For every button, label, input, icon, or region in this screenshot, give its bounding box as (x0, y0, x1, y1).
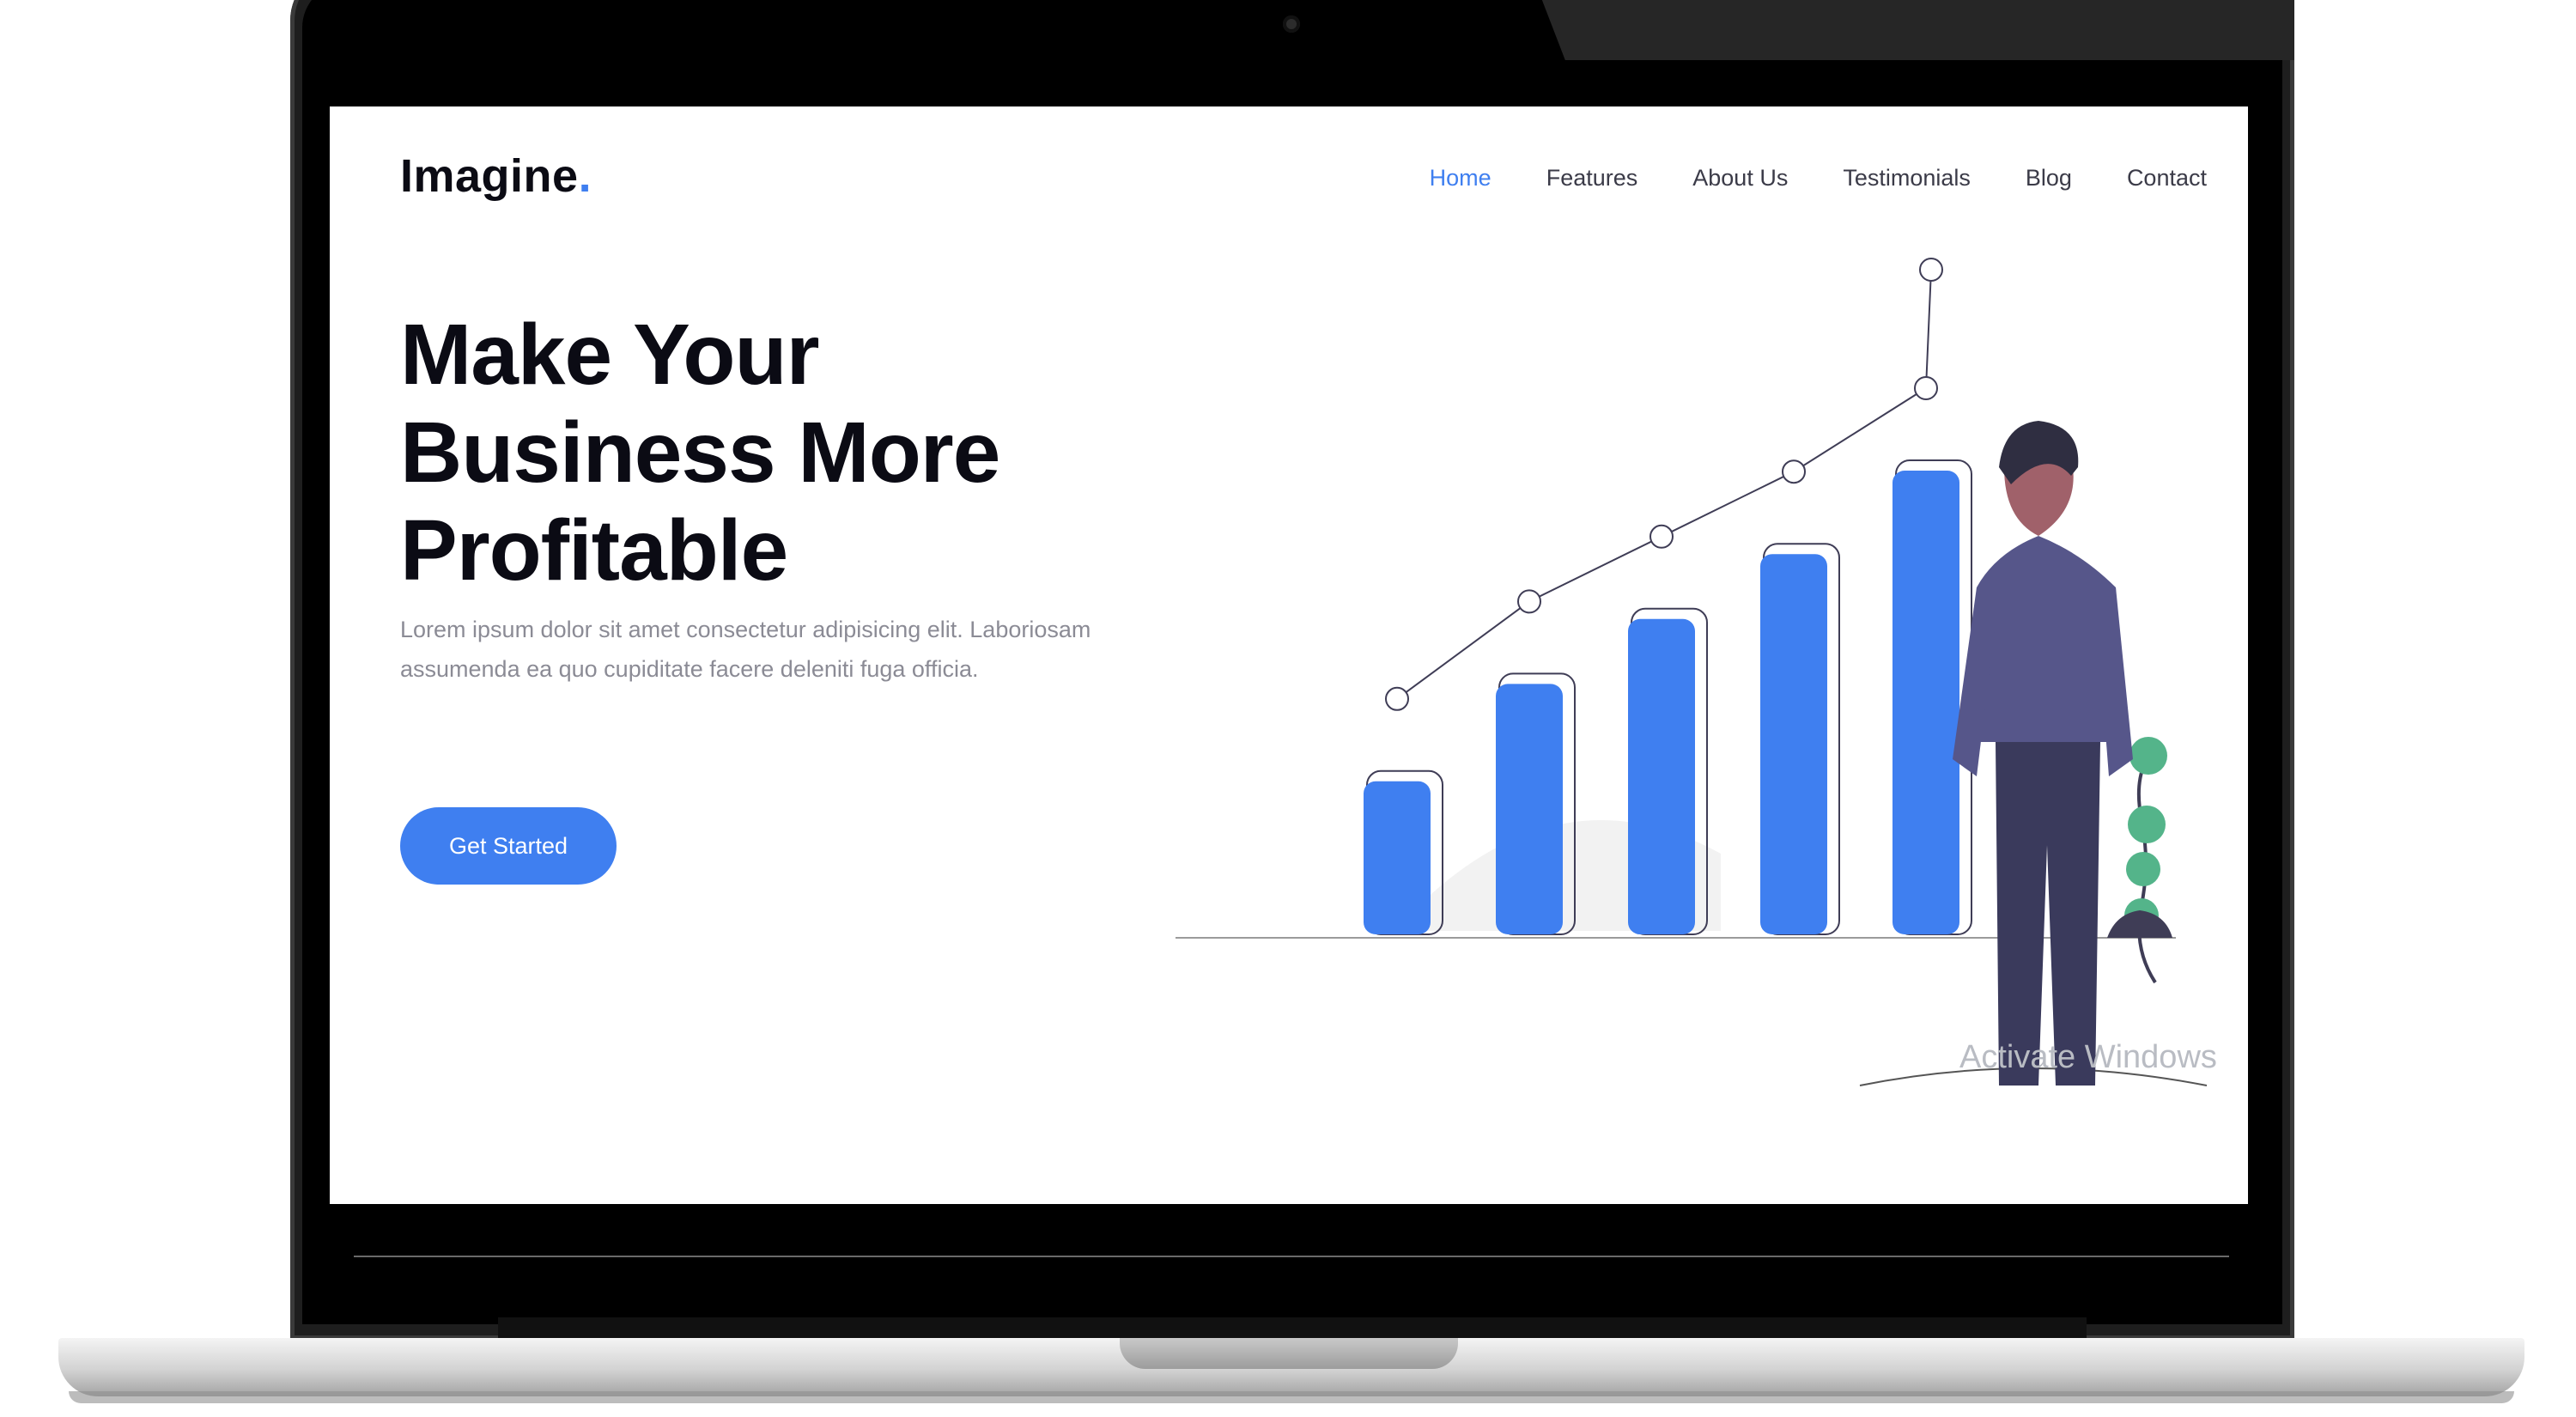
trend-point (1914, 376, 1938, 400)
chart-bar (1893, 471, 1959, 934)
chart-bar (1364, 781, 1431, 934)
screen-glare (1539, 0, 2294, 60)
plant-icon (2107, 737, 2172, 984)
person-icon (1953, 421, 2133, 1086)
chart-bar (1496, 684, 1563, 934)
laptop-opening-notch (1120, 1338, 1458, 1369)
trend-point (1649, 524, 1674, 549)
chart-bar (1628, 618, 1695, 934)
activate-windows-watermark: Activate Windows (1959, 1039, 2217, 1075)
trend-point (1517, 589, 1541, 614)
trend-point (1919, 258, 1943, 282)
laptop-base-shadow (69, 1391, 2514, 1403)
website-screen: Imagine. Home Features About Us Testimon… (330, 106, 2248, 1204)
trend-point (1385, 686, 1409, 711)
webcam-icon (1283, 15, 1300, 33)
chart-bar (1760, 554, 1827, 934)
laptop-hinge (498, 1317, 2087, 1340)
bezel-divider (354, 1256, 2229, 1257)
trend-point (1782, 459, 1806, 484)
